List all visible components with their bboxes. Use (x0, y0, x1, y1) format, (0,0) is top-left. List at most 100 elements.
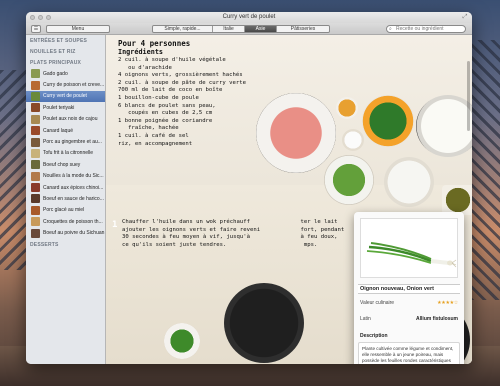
sidebar-recipe-item[interactable]: Boeuf chop suey (26, 159, 105, 170)
app-window: Curry vert de poulet ⤢ ☰ Menu Simple, ra… (26, 12, 472, 364)
recipe-label: Porc au gingembre et au... (43, 139, 102, 146)
search-field[interactable]: ⌕ Recette ou ingrédient (386, 25, 466, 33)
recipe-thumbnail (31, 137, 40, 147)
sidebar-recipe-item[interactable]: Boeuf au poivre du Sichuan (26, 227, 105, 238)
recipe-label: Croquettes de poisson th... (43, 218, 103, 225)
recipe-thumbnail (31, 228, 40, 238)
sidebar-recipe-item[interactable]: Curry de poisson et creve... (26, 79, 105, 90)
ingredient-line: 4 oignons verts, grossièrement hachés (118, 72, 243, 79)
popover-title: Oignon nouveau, Onion vert (358, 284, 460, 294)
coconut-milk-bowl (384, 157, 434, 207)
sidebar-recipe-item[interactable]: Porc au gingembre et au... (26, 136, 105, 147)
recipe-label: Boeuf au poivre du Sichuan (43, 230, 105, 237)
minimize-window-button[interactable] (38, 15, 43, 20)
sidebar-recipe-item[interactable]: Canard aux épices chinoi... (26, 182, 105, 193)
sidebar: ENTRÉES ET SOUPES NOUILLES ET RIZ PLATS … (26, 35, 106, 364)
recipe-label: Nouilles à la mode du Sic... (43, 173, 104, 180)
green-onion-small-bowl (164, 323, 200, 359)
recipe-thumbnail (31, 183, 40, 193)
section-plats-principaux[interactable]: PLATS PRINCIPAUX (26, 57, 105, 68)
sidebar-recipe-item[interactable]: Poulet aux noix de cajou (26, 114, 105, 125)
step-number: 1 (112, 220, 118, 230)
recipe-label: Boeuf chop suey (43, 161, 81, 168)
recipe-thumbnail (31, 69, 40, 79)
culinary-value-label: Valeur culinaire (360, 300, 395, 306)
curry-sauce-dish (442, 185, 472, 215)
search-icon: ⌕ (389, 26, 392, 32)
ingredients-heading: Ingrédients (118, 48, 164, 56)
sidebar-recipe-item[interactable]: Curry vert de poulet (26, 90, 105, 103)
latin-row: Latin Allium fistulosum (360, 316, 458, 322)
recipe-thumbnail (31, 126, 40, 136)
section-entrees-soupes[interactable]: ENTRÉES ET SOUPES (26, 35, 105, 46)
segment-italie[interactable]: Italie (213, 26, 245, 32)
sidebar-recipe-item[interactable]: Poulet teriyaki (26, 102, 105, 113)
ingredient-line: fraîche, hachée (118, 125, 179, 132)
segment-simple-rapide[interactable]: Simple, rapide... (153, 26, 213, 32)
recipe-label: Poulet teriyaki (43, 104, 75, 111)
recipe-thumbnail (31, 205, 40, 215)
recipe-content: Pour 4 personnes Ingrédients 2 cuil. à s… (106, 35, 472, 364)
close-window-button[interactable] (30, 15, 35, 20)
recipe-label: Curry de poisson et creve... (43, 82, 105, 89)
culinary-value-row: Valeur culinaire ★★★★☆ (360, 300, 458, 306)
salt-bowl (342, 129, 364, 151)
segment-patisseries[interactable]: Pâtisseries (277, 26, 329, 32)
recipe-label: Porc glacé au miel (43, 207, 85, 214)
desktop-bridge-right (470, 40, 500, 300)
description-heading: Description (360, 333, 388, 339)
sidebar-recipe-item[interactable]: Tofu frit à la citronnelle (26, 148, 105, 159)
segment-asie[interactable]: Asie (245, 26, 277, 32)
sidebar-recipe-item[interactable]: Porc glacé au miel (26, 205, 105, 216)
coriander-bowl (362, 95, 414, 147)
recipe-thumbnail (31, 91, 40, 101)
recipe-label: Poulet aux noix de cajou (43, 116, 98, 123)
ingredient-line: riz, en accompagnement (118, 140, 193, 147)
description-text: Plante cultivée comme légume et condimen… (358, 342, 460, 364)
title-bar: Curry vert de poulet ⤢ (26, 12, 472, 23)
recipe-list: Gado gado Curry de poisson et creve... Cur… (26, 68, 105, 239)
ingredient-popover: Oignon nouveau, Onion vert Valeur culina… (354, 212, 464, 364)
sidebar-recipe-item[interactable]: Nouilles à la mode du Sic... (26, 171, 105, 182)
sidebar-recipe-item[interactable]: Canard laqué (26, 125, 105, 136)
recipe-label: Boeuf en sauce de harico... (43, 195, 104, 202)
zoom-window-button[interactable] (46, 15, 51, 20)
recipe-thumbnail (31, 148, 40, 158)
recipe-thumbnail (31, 217, 40, 227)
recipe-thumbnail (31, 80, 40, 90)
window-controls (30, 15, 51, 20)
fullscreen-icon[interactable]: ⤢ (462, 14, 468, 20)
recipe-label: Canard laqué (43, 127, 74, 134)
recipe-label: Gado gado (43, 70, 68, 77)
sidebar-toggle-button[interactable]: ☰ (31, 25, 41, 33)
green-onion-image (360, 218, 458, 278)
recipe-thumbnail (31, 194, 40, 204)
ingredient-line: 1 bouillon-cube de poule (118, 94, 199, 101)
ingredient-line: 1 cuil. à café de sel (118, 132, 189, 139)
recipe-label: Tofu frit à la citronnelle (43, 150, 94, 157)
recipe-thumbnail (31, 114, 40, 124)
raw-chicken-bowl (256, 93, 336, 173)
sidebar-recipe-item[interactable]: Boeuf en sauce de harico... (26, 193, 105, 204)
wok-left (224, 283, 304, 363)
ingredient-line: 700 ml de lait de coco en boîte (118, 87, 223, 94)
green-onion-bowl (324, 155, 374, 205)
latin-label: Latin (360, 316, 371, 322)
ingredient-line: 2 cuil. à soupe d'huile végétale (118, 57, 226, 63)
sidebar-recipe-item[interactable]: Croquettes de poisson th... (26, 216, 105, 227)
content-scrollbar[interactable] (467, 61, 470, 131)
search-placeholder: Recette ou ingrédient (396, 26, 444, 32)
recipe-label: Canard aux épices chinoi... (43, 184, 104, 191)
rice-bowl (416, 95, 472, 157)
sidebar-recipe-item[interactable]: Gado gado (26, 68, 105, 79)
recipe-thumbnail (31, 103, 40, 113)
rating-stars-icon: ★★★★☆ (437, 300, 458, 306)
ingredient-list: 2 cuil. à soupe d'huile végétale ou d'ar… (118, 57, 246, 148)
section-desserts[interactable]: DESSERTS (26, 239, 105, 250)
category-segmented-control: Simple, rapide... Italie Asie Pâtisserie… (152, 25, 330, 33)
recipe-label: Curry vert de poulet (43, 93, 87, 100)
servings-title: Pour 4 personnes (118, 39, 191, 48)
menu-button[interactable]: Menu (46, 25, 110, 33)
recipe-thumbnail (31, 171, 40, 181)
section-nouilles-riz[interactable]: NOUILLES ET RIZ (26, 46, 105, 57)
